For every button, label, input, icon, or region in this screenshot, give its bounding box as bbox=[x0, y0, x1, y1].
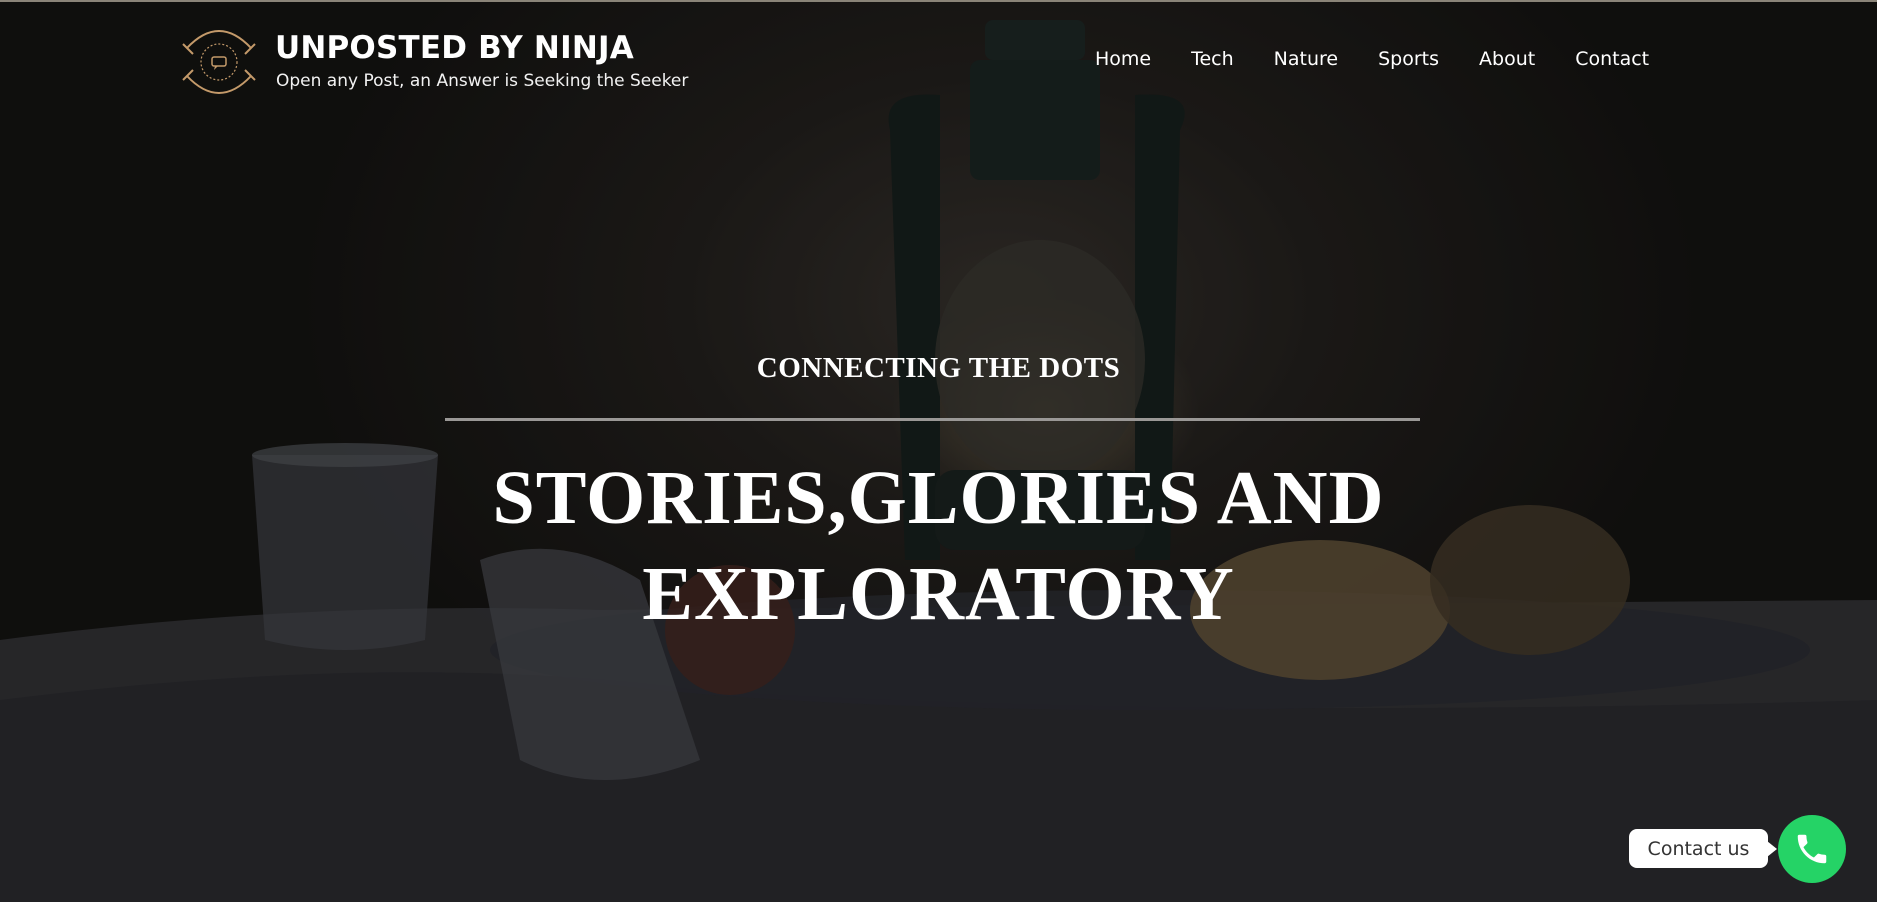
site-tagline: Open any Post, an Answer is Seeking the … bbox=[276, 71, 689, 91]
nav-sports[interactable]: Sports bbox=[1378, 48, 1439, 70]
ninja-emblem-icon[interactable] bbox=[181, 20, 257, 104]
main-nav: Home Tech Nature Sports About Contact bbox=[1095, 48, 1649, 70]
hero-headline: STORIES,GLORIES AND EXPLORATORY bbox=[0, 450, 1877, 642]
hero-divider bbox=[445, 418, 1420, 421]
nav-nature[interactable]: Nature bbox=[1274, 48, 1338, 70]
hero-headline-line-1: STORIES,GLORIES AND bbox=[492, 456, 1385, 540]
site-title[interactable]: UNPOSTED BY NINJA bbox=[275, 30, 634, 66]
phone-button[interactable] bbox=[1778, 815, 1846, 883]
contact-us-bubble[interactable]: Contact us bbox=[1629, 829, 1777, 868]
nav-contact[interactable]: Contact bbox=[1575, 48, 1649, 70]
nav-home[interactable]: Home bbox=[1095, 48, 1151, 70]
nav-about[interactable]: About bbox=[1479, 48, 1535, 70]
hero-headline-line-2: EXPLORATORY bbox=[642, 552, 1235, 636]
nav-tech[interactable]: Tech bbox=[1191, 48, 1234, 70]
hero-eyebrow: CONNECTING THE DOTS bbox=[756, 352, 1121, 384]
phone-icon bbox=[1797, 834, 1827, 864]
site-header: UNPOSTED BY NINJA Open any Post, an Answ… bbox=[0, 0, 1877, 120]
